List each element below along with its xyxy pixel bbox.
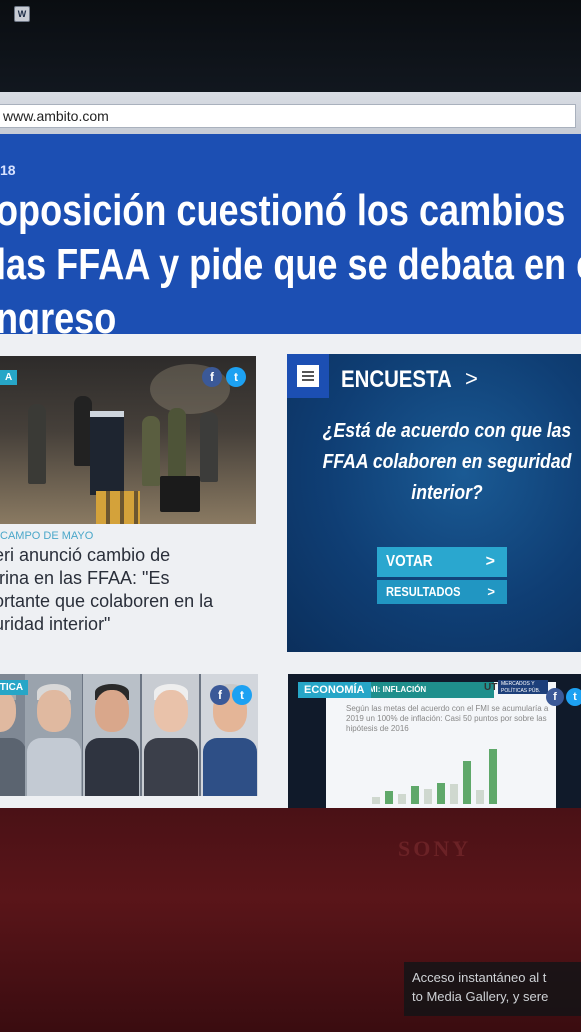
url-text: www.ambito.com xyxy=(3,108,109,124)
soldier-figure xyxy=(142,416,160,486)
floor-stripes xyxy=(96,491,140,524)
infographic-bar xyxy=(489,749,497,804)
infographic-bar xyxy=(424,789,432,804)
news-category-tag[interactable]: A xyxy=(0,370,18,385)
hero-top-overlay xyxy=(0,174,581,190)
list-icon xyxy=(297,365,319,387)
sony-logo: SONY xyxy=(398,836,472,861)
news-photo[interactable]: A f t xyxy=(0,356,256,524)
hero-kicker: 18 xyxy=(0,162,16,178)
utdt-subtitle: MERCADOS Y POLÍTICAS PÚB. xyxy=(498,680,548,694)
facebook-share-icon[interactable]: f xyxy=(210,685,230,705)
infographic-text: Según las metas del acuerdo con el FMI s… xyxy=(346,704,549,733)
main-content: A f t CAMPO DE MAYO eri anunció cambio d… xyxy=(0,334,581,808)
infographic-bar xyxy=(437,783,445,804)
equipment xyxy=(160,476,200,512)
chevron-right-icon[interactable]: > xyxy=(465,366,478,392)
politicians-photo[interactable]: ITICA f t xyxy=(0,674,258,796)
infographic-bar xyxy=(398,794,406,804)
results-button[interactable]: RESULTADOS > xyxy=(377,580,507,604)
infographic-bar xyxy=(411,786,419,804)
twitter-share-icon[interactable]: t xyxy=(566,688,581,706)
person-figure xyxy=(200,412,218,482)
person-photo xyxy=(83,674,140,796)
vote-button[interactable]: VOTAR > xyxy=(377,547,507,577)
person-photo xyxy=(142,674,199,796)
monitor-top-bezel: W xyxy=(0,0,581,100)
soldier-figure xyxy=(168,408,186,484)
infographic-bar xyxy=(372,797,380,804)
news-kicker[interactable]: CAMPO DE MAYO xyxy=(0,530,93,542)
facebook-share-icon[interactable]: f xyxy=(546,688,564,706)
hero-headline[interactable]: oposición cuestionó los cambios las FFAA… xyxy=(0,184,581,346)
podium xyxy=(90,411,124,495)
infographic-bar xyxy=(385,791,393,804)
infographic-bar xyxy=(476,790,484,804)
poll-widget: ENCUESTA > ¿Está de acuerdo con que las … xyxy=(287,354,581,652)
poll-title[interactable]: ENCUESTA xyxy=(341,366,452,394)
address-bar: www.ambito.com xyxy=(0,92,581,135)
person-photo xyxy=(25,674,82,796)
app-icon[interactable]: W xyxy=(14,6,30,22)
inflation-infographic: FMI: INFLACIÓN Según las metas del acuer… xyxy=(326,682,556,808)
twitter-share-icon[interactable]: t xyxy=(226,367,246,387)
poll-question: ¿Está de acuerdo con que las FFAA colabo… xyxy=(322,420,572,504)
person-figure xyxy=(28,404,46,484)
media-gallery-toast[interactable]: Acceso instantáneo al t to Media Gallery… xyxy=(404,962,581,1016)
twitter-share-icon[interactable]: t xyxy=(232,685,252,705)
hero-banner[interactable]: oposición cuestionó los cambios las FFAA… xyxy=(0,134,581,343)
economy-category-tag[interactable]: ECONOMÍA xyxy=(298,682,371,698)
chevron-right-icon: > xyxy=(487,584,495,599)
vote-button-label: VOTAR xyxy=(386,553,433,570)
infographic-bar xyxy=(463,761,471,804)
results-button-label: RESULTADOS xyxy=(386,584,461,599)
chevron-right-icon: > xyxy=(485,553,495,570)
browser-screen: www.ambito.com oposición cuestionó los c… xyxy=(0,92,581,808)
url-field[interactable]: www.ambito.com xyxy=(0,104,576,128)
facebook-share-icon[interactable]: f xyxy=(202,367,222,387)
people-category-tag[interactable]: ITICA xyxy=(0,680,29,695)
poll-icon-box xyxy=(287,354,329,398)
infographic-bar xyxy=(450,784,458,804)
news-headline[interactable]: eri anunció cambio de trina en las FFAA:… xyxy=(0,544,244,636)
economy-card[interactable]: FMI: INFLACIÓN Según las metas del acuer… xyxy=(288,674,581,808)
